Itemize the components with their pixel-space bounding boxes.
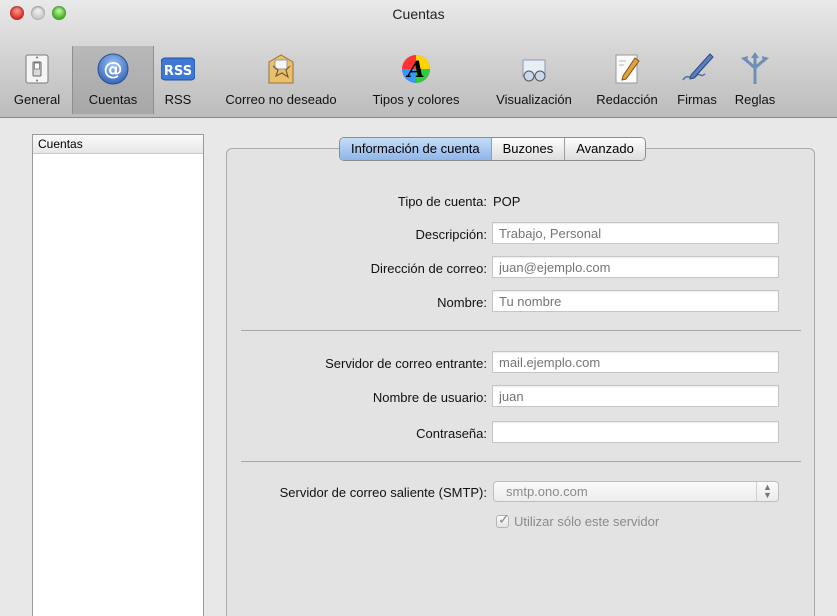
tab-bar: Información de cuenta Buzones Avanzado <box>339 137 646 161</box>
toolbar-item-tipos-y-colores[interactable]: A Tipos y colores <box>350 46 482 114</box>
password-label: Contraseña: <box>416 426 487 441</box>
toolbar-label: Visualización <box>496 92 572 107</box>
fonts-colors-icon: A <box>402 55 430 83</box>
outgoing-server-select[interactable]: smtp.ono.com ▲ ▼ <box>493 481 779 502</box>
preferences-window: Cuentas General @ Cuentas RSS RSS Correo… <box>0 0 837 616</box>
toolbar-label: Redacción <box>596 92 658 107</box>
toolbar-label: General <box>13 92 61 107</box>
tab-avanzado[interactable]: Avanzado <box>565 138 645 160</box>
toolbar: General @ Cuentas RSS RSS Correo no dese… <box>0 46 837 114</box>
toolbar-label: Cuentas <box>88 92 138 107</box>
titlebar-toolbar: Cuentas General @ Cuentas RSS RSS Correo… <box>0 0 837 118</box>
rss-icon: RSS <box>161 57 195 81</box>
account-type-label: Tipo de cuenta: <box>397 194 487 209</box>
light-switch-icon <box>25 54 49 84</box>
toolbar-item-correo-no-deseado[interactable]: Correo no deseado <box>212 46 350 114</box>
username-label: Nombre de usuario: <box>372 390 487 405</box>
rules-arrows-icon <box>741 52 769 84</box>
svg-text:RSS: RSS <box>164 64 192 79</box>
toolbar-label: RSS <box>164 92 192 107</box>
junk-mail-icon <box>268 54 294 84</box>
name-label: Nombre: <box>437 295 487 310</box>
signature-pen-icon <box>682 53 714 81</box>
divider <box>241 461 801 462</box>
svg-text:A: A <box>405 57 424 83</box>
description-field[interactable] <box>492 222 779 244</box>
toolbar-item-redaccion[interactable]: Redacción <box>586 46 668 114</box>
toolbar-item-visualizacion[interactable]: Visualización <box>482 46 586 114</box>
accounts-list-header: Cuentas <box>33 135 203 154</box>
toolbar-item-reglas[interactable]: Reglas <box>726 46 784 114</box>
composing-pencil-icon <box>615 54 640 84</box>
password-field[interactable] <box>492 421 779 443</box>
email-label: Dirección de correo: <box>370 261 487 276</box>
viewing-glasses-icon <box>522 59 546 82</box>
at-sign-icon: @ <box>97 53 129 85</box>
outgoing-server-value: smtp.ono.com <box>506 484 588 499</box>
description-label: Descripción: <box>415 227 487 242</box>
divider <box>241 330 801 331</box>
toolbar-item-firmas[interactable]: Firmas <box>668 46 726 114</box>
toolbar-item-rss[interactable]: RSS RSS <box>154 46 202 114</box>
svg-text:@: @ <box>104 58 123 80</box>
email-field[interactable] <box>492 256 779 278</box>
outgoing-server-label: Servidor de correo saliente (SMTP): <box>279 485 487 500</box>
only-this-server-label: Utilizar sólo este servidor <box>514 514 660 529</box>
incoming-server-field[interactable] <box>492 351 779 373</box>
tab-informacion-de-cuenta[interactable]: Información de cuenta <box>340 138 492 160</box>
updown-arrows-icon: ▲ ▼ <box>756 482 778 501</box>
account-type-value: POP <box>493 194 521 209</box>
accounts-list[interactable]: Cuentas <box>32 134 204 616</box>
tab-buzones[interactable]: Buzones <box>491 138 566 160</box>
toolbar-label: Tipos y colores <box>372 92 460 107</box>
tab-panel <box>226 148 815 616</box>
toolbar-label: Firmas <box>677 92 717 107</box>
username-field[interactable] <box>492 385 779 407</box>
toolbar-label: Reglas <box>734 92 776 107</box>
toolbar-label: Correo no deseado <box>225 92 337 107</box>
only-this-server-checkbox[interactable]: ✓ <box>496 511 510 528</box>
window-title: Cuentas <box>392 6 445 22</box>
checkmark-icon: ✓ <box>498 511 510 527</box>
incoming-server-label: Servidor de correo entrante: <box>325 356 487 371</box>
toolbar-item-general[interactable]: General <box>2 46 72 114</box>
toolbar-item-cuentas[interactable]: @ Cuentas <box>72 46 154 114</box>
name-field[interactable] <box>492 290 779 312</box>
